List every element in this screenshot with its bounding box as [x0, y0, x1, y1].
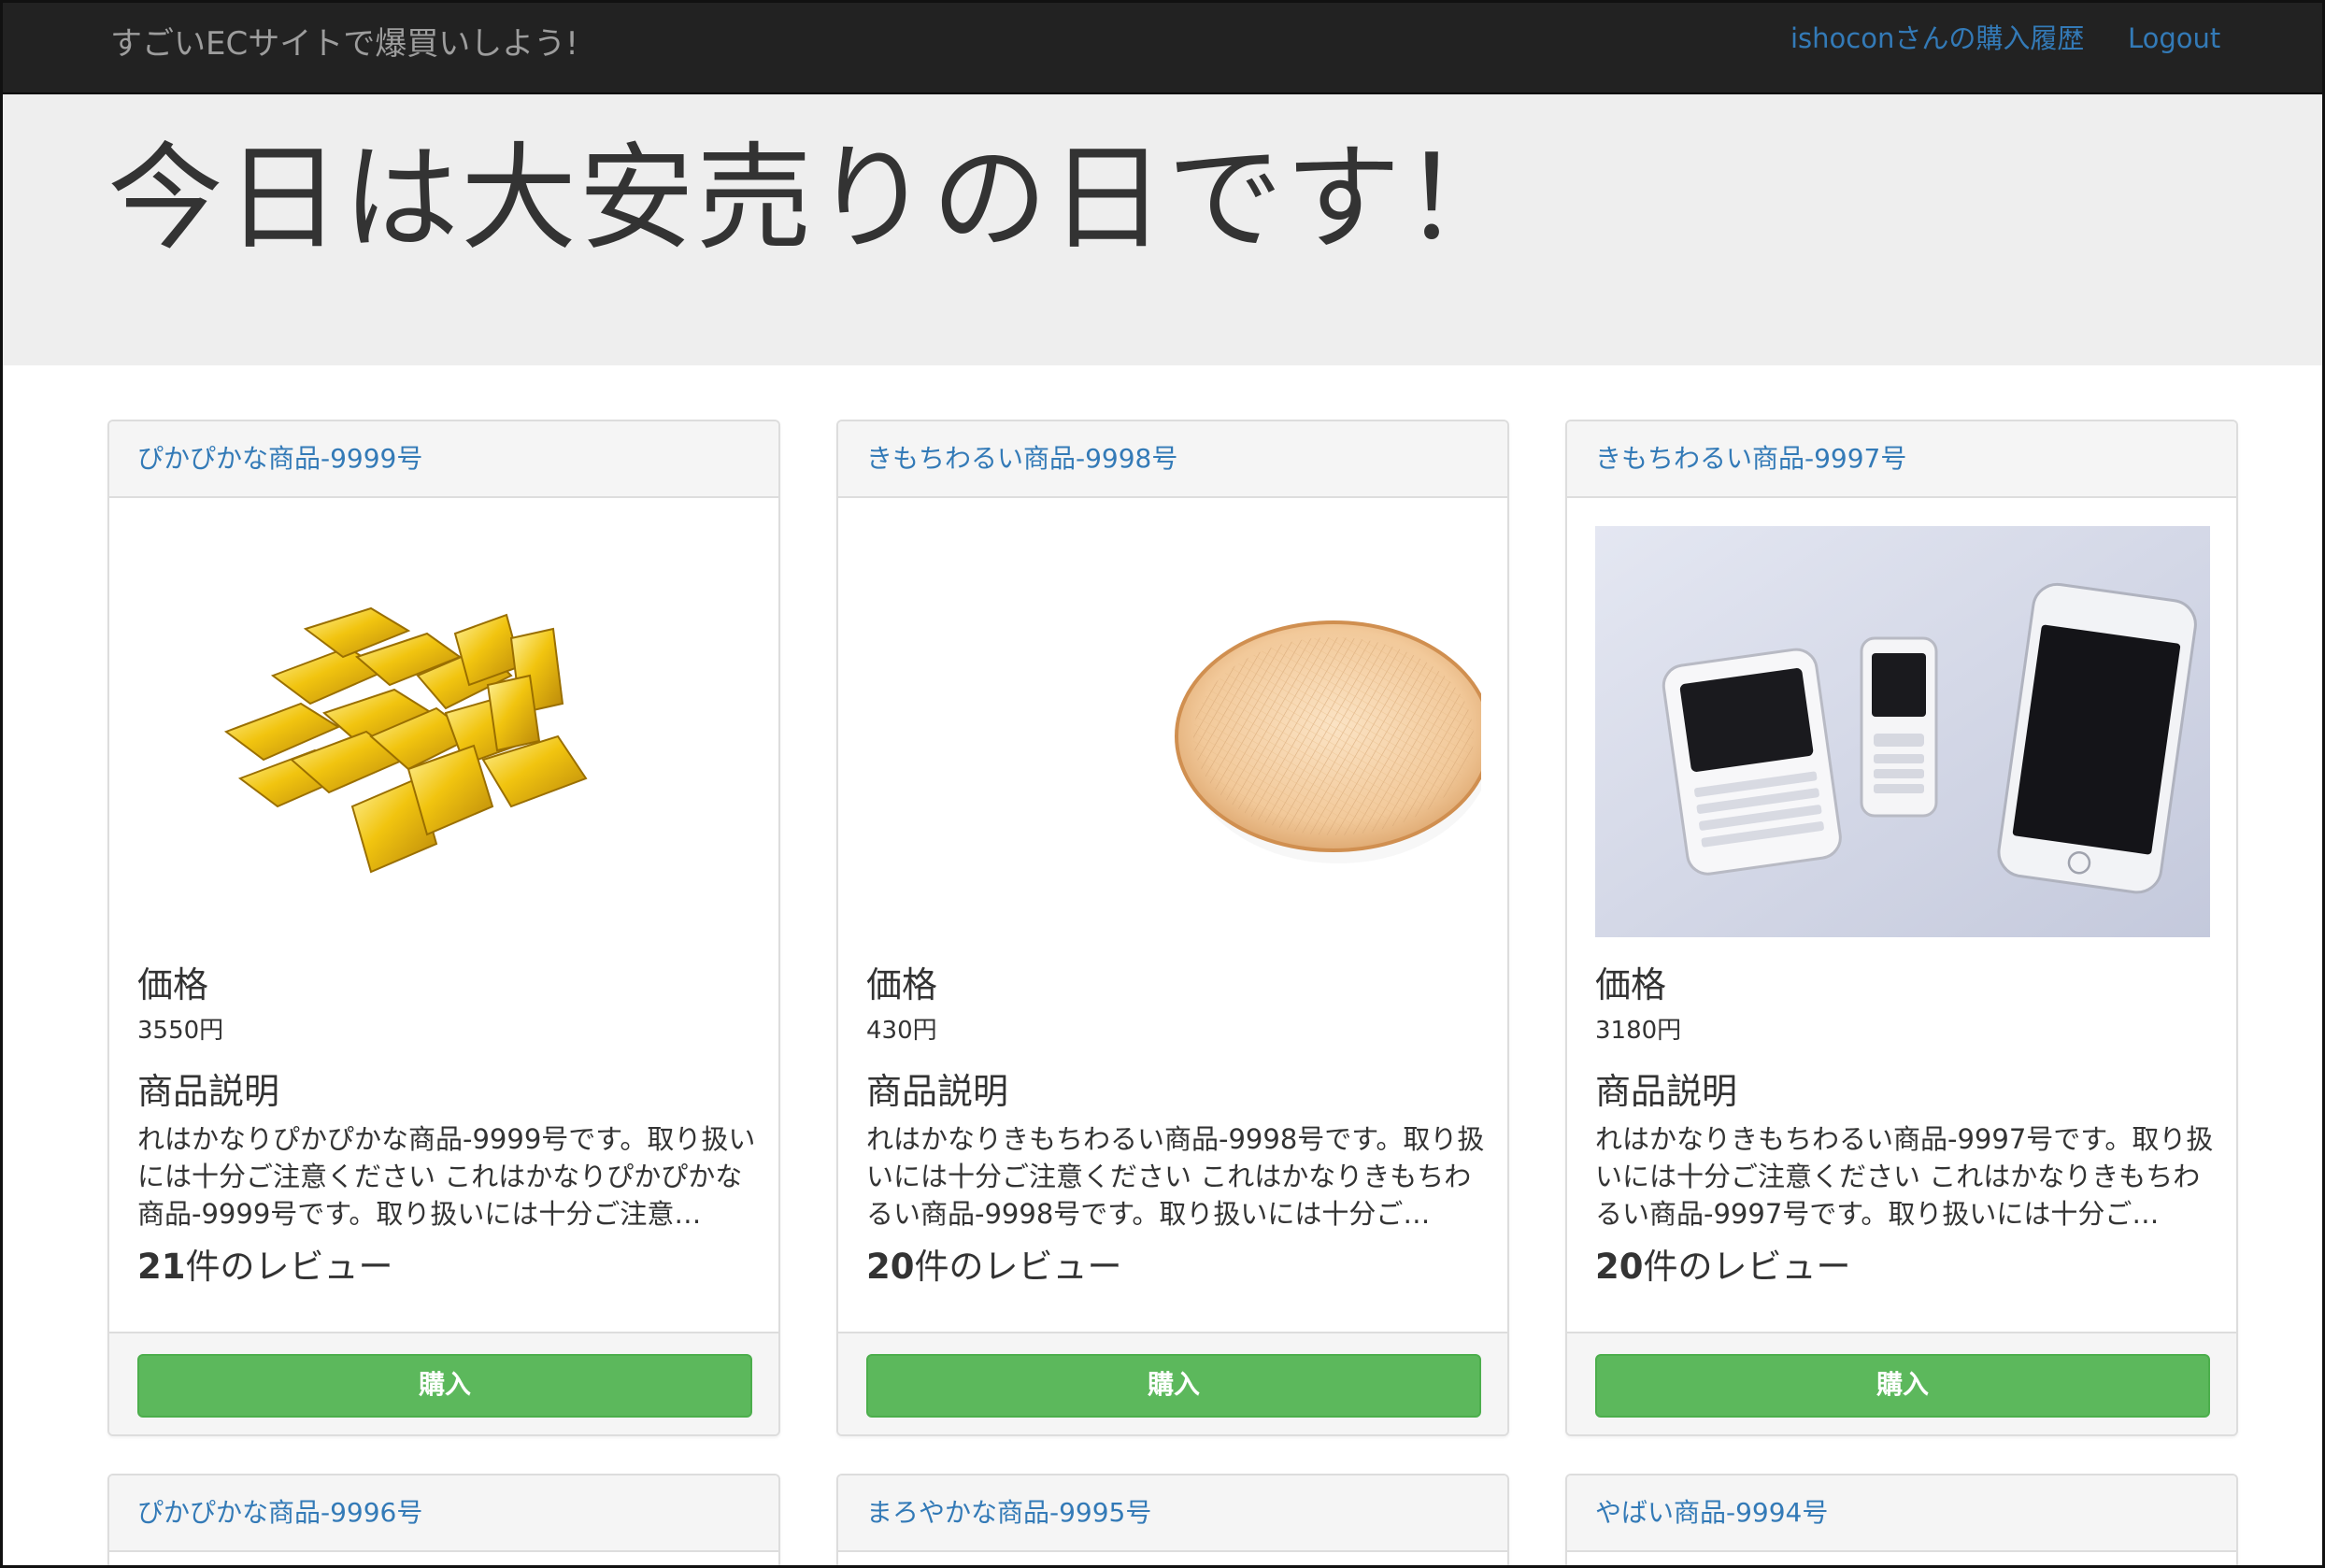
purchase-history-link[interactable]: ishoconさんの購入履歴	[1790, 20, 2084, 57]
card-header: きもちわるい商品-9997号	[1567, 421, 2236, 498]
product-name-link[interactable]: まろやかな商品-9995号	[866, 1494, 1151, 1532]
card-header: ぴかぴかな商品-9996号	[109, 1475, 778, 1552]
browser-viewport: すごいECサイトで爆買いしよう! ishoconさんの購入履歴 Logout 今…	[0, 0, 2325, 1568]
review-count[interactable]: 21件のレビュー	[137, 1244, 393, 1290]
buy-button[interactable]: 購入	[1595, 1354, 2210, 1418]
product-image-mobile-phones[interactable]	[1595, 526, 2210, 937]
description-label: 商品説明	[137, 1071, 280, 1112]
page-title: 今日は大安売りの日です！	[107, 132, 1521, 266]
review-count-suffix: 件のレビュー	[185, 1247, 393, 1287]
description-text: れはかなりきもちわるい商品-9997号です。取り扱いには十分ご注意ください これ…	[1595, 1123, 2214, 1230]
review-count-suffix: 件のレビュー	[1643, 1247, 1851, 1287]
buy-button[interactable]: 購入	[137, 1354, 752, 1418]
jumbotron: 今日は大安売りの日です！	[3, 94, 2322, 365]
product-card: きもちわるい商品-9997号 価格 3180円 商品説明 れはかなりきもちわるい…	[1565, 420, 2238, 1436]
card-header: ぴかぴかな商品-9999号	[109, 421, 778, 498]
review-count[interactable]: 20件のレビュー	[866, 1244, 1122, 1290]
review-count-number: 20	[1595, 1247, 1644, 1287]
price-value: 430円	[866, 1017, 937, 1045]
product-card: ぴかぴかな商品-9999号 価格 3550円 商品説明 れはかなりぴかぴかな商品…	[107, 420, 780, 1436]
price-value: 3180円	[1595, 1017, 1682, 1045]
product-image-bamboo-basket[interactable]	[866, 526, 1481, 937]
product-name-link[interactable]: ぴかぴかな商品-9996号	[137, 1494, 422, 1532]
description-text: れはかなりきもちわるい商品-9998号です。取り扱いには十分ご注意ください これ…	[866, 1123, 1485, 1230]
card-header: まろやかな商品-9995号	[838, 1475, 1507, 1552]
card-footer: 購入	[109, 1332, 778, 1434]
product-name-link[interactable]: きもちわるい商品-9998号	[866, 440, 1177, 478]
card-header: きもちわるい商品-9998号	[838, 421, 1507, 498]
logout-link[interactable]: Logout	[2128, 20, 2220, 57]
site-brand[interactable]: すごいECサイトで爆買いしよう!	[110, 23, 578, 64]
price-label: 価格	[1595, 964, 1667, 1005]
price-label: 価格	[137, 964, 209, 1005]
card-footer: 購入	[838, 1332, 1507, 1434]
description-label: 商品説明	[866, 1071, 1009, 1112]
description-label: 商品説明	[1595, 1071, 1738, 1112]
review-count[interactable]: 20件のレビュー	[1595, 1244, 1851, 1290]
price-value: 3550円	[137, 1017, 224, 1045]
product-card: ぴかぴかな商品-9996号	[107, 1474, 780, 1565]
navbar: すごいECサイトで爆買いしよう! ishoconさんの購入履歴 Logout	[3, 3, 2322, 94]
price-label: 価格	[866, 964, 938, 1005]
product-name-link[interactable]: ぴかぴかな商品-9999号	[137, 440, 422, 478]
product-name-link[interactable]: やばい商品-9994号	[1595, 1494, 1828, 1532]
product-name-link[interactable]: きもちわるい商品-9997号	[1595, 440, 1906, 478]
product-image-gold-bars[interactable]	[137, 526, 752, 937]
description-text: れはかなりぴかぴかな商品-9999号です。取り扱いには十分ご注意ください これは…	[137, 1123, 756, 1230]
card-header: やばい商品-9994号	[1567, 1475, 2236, 1552]
card-footer: 購入	[1567, 1332, 2236, 1434]
buy-button[interactable]: 購入	[866, 1354, 1481, 1418]
review-count-number: 21	[137, 1247, 186, 1287]
review-count-suffix: 件のレビュー	[914, 1247, 1122, 1287]
product-card: やばい商品-9994号	[1565, 1474, 2238, 1565]
product-card: きもちわるい商品-9998号 価格 430円 商品説明 れはかなりきもちわるい商…	[836, 420, 1509, 1436]
product-card: まろやかな商品-9995号	[836, 1474, 1509, 1565]
review-count-number: 20	[866, 1247, 915, 1287]
